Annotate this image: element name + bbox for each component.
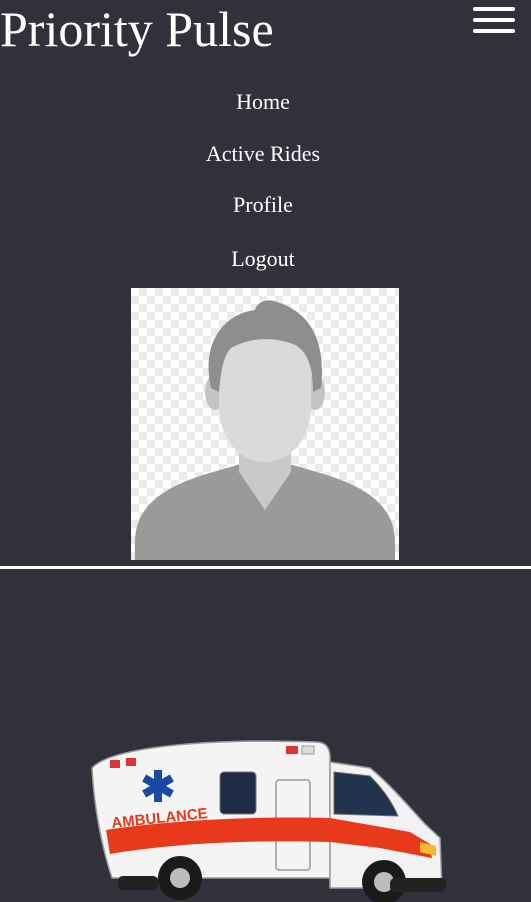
hamburger-bar-bottom bbox=[473, 29, 515, 33]
section-divider bbox=[0, 566, 531, 569]
nav-item-profile[interactable]: Profile bbox=[0, 190, 526, 220]
app-title: Priority Pulse bbox=[0, 1, 274, 57]
nav-item-active-rides[interactable]: Active Rides bbox=[0, 139, 526, 169]
ambulance-icon: AMBULANCE bbox=[91, 740, 446, 902]
hamburger-bar-top bbox=[473, 7, 515, 11]
nav-item-logout[interactable]: Logout bbox=[0, 244, 526, 274]
page: Priority Pulse Home Active Rides Profile… bbox=[0, 0, 531, 902]
ambulance-illustration: AMBULANCE bbox=[80, 728, 450, 902]
nav-item-home[interactable]: Home bbox=[0, 87, 526, 117]
user-placeholder-avatar-icon bbox=[135, 300, 395, 560]
avatar[interactable] bbox=[131, 288, 399, 560]
hamburger-bar-middle bbox=[473, 18, 515, 22]
hamburger-menu-icon[interactable] bbox=[473, 7, 515, 33]
